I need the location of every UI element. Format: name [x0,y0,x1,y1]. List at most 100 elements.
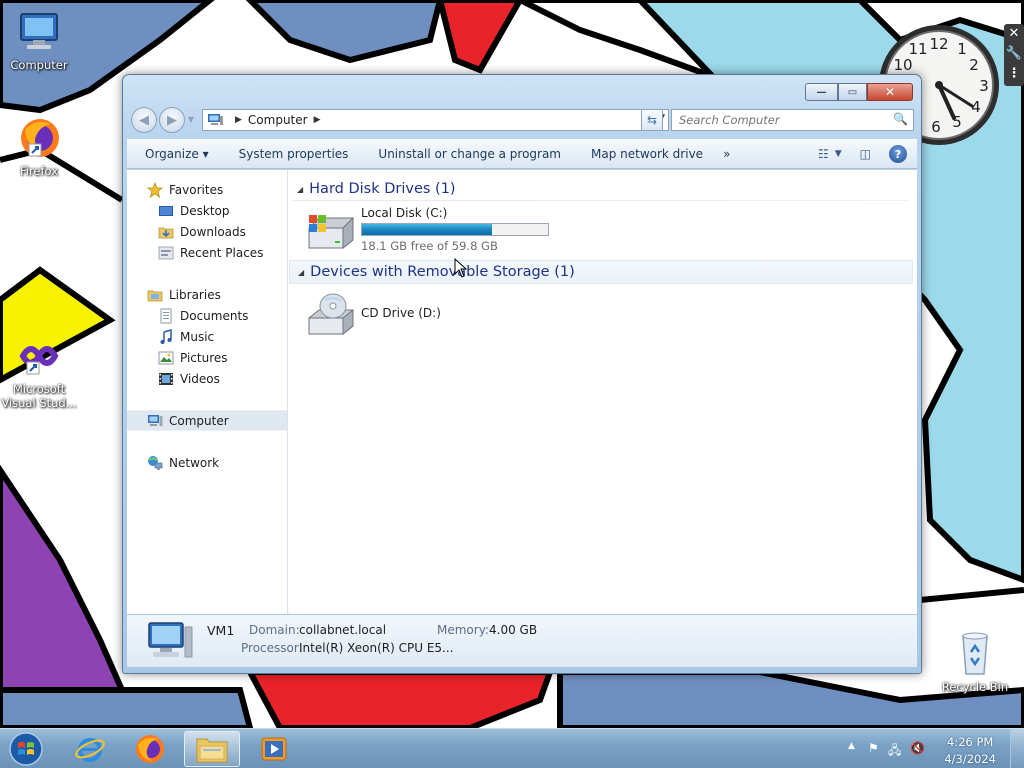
wrench-icon[interactable]: 🔧 [1004,44,1024,64]
maximize-button[interactable]: ▭ [838,83,867,101]
more-commands-button[interactable]: » [723,147,730,161]
nav-label: Videos [180,371,220,386]
show-desktop-button[interactable] [1010,729,1024,768]
taskbar: ▲ ⚑ 🖧 🔇 4:26 PM 4/3/2024 [0,728,1024,768]
svg-text:11: 11 [908,40,927,58]
address-bar[interactable]: ▶ Computer ▶ ▼ [202,109,669,131]
downloads-folder-icon [158,224,174,240]
nav-libraries[interactable]: Libraries [127,284,287,305]
desktop-icon-recycle-bin[interactable]: Recycle Bin [936,630,1014,694]
drive-usage-bar [361,223,549,236]
nav-label: Pictures [180,350,228,365]
visual-studio-icon [15,332,63,380]
svg-text:10: 10 [893,56,912,74]
hard-drive-icon [308,215,354,250]
drive-name: Local Disk (C:) [361,206,448,220]
nav-downloads[interactable]: Downloads [127,221,287,242]
memory-label: Memory: [437,623,489,637]
taskbar-media-player[interactable] [246,731,302,767]
firefox-icon [15,114,63,162]
nav-favorites[interactable]: Favorites [127,179,287,200]
uninstall-program-button[interactable]: Uninstall or change a program [378,147,561,161]
computer-icon [147,413,163,429]
nav-pictures[interactable]: Pictures [127,347,287,368]
desktop-icon-label: Firefox [19,164,59,178]
nav-music[interactable]: Music [127,326,287,347]
nav-label: Network [169,455,220,470]
view-options-dropdown-icon[interactable]: ▼ [835,149,842,159]
command-bar: Organize ▾ System properties Uninstall o… [127,139,917,169]
desktop-icon-label: Recycle Bin [941,680,1009,694]
media-player-icon [261,737,287,761]
network-icon [147,455,163,471]
system-properties-button[interactable]: System properties [239,147,349,161]
desktop-icon-visual-studio[interactable]: Microsoft Visual Stud... [0,332,78,410]
preview-pane-icon[interactable]: ◫ [860,147,871,161]
show-hidden-icons-icon[interactable]: ▲ [848,741,855,751]
breadcrumb-separator-icon[interactable]: ▶ [314,115,321,125]
search-box[interactable]: 🔍 [671,109,914,131]
collapse-triangle-icon[interactable]: ◢ [298,268,304,277]
nav-documents[interactable]: Documents [127,305,287,326]
volume-muted-icon[interactable]: 🔇 [910,741,925,755]
star-icon [146,181,164,198]
internet-explorer-icon [75,738,105,762]
close-icon[interactable]: ✕ [1004,24,1024,44]
organize-button[interactable]: Organize ▾ [145,147,209,161]
breadcrumb-computer[interactable]: Computer [248,113,308,127]
change-view-icon[interactable]: ☷ [818,147,829,161]
taskbar-internet-explorer[interactable] [62,731,118,767]
tray-clock[interactable]: 4:26 PM 4/3/2024 [944,734,996,768]
drive-cd-d[interactable]: CD Drive (D:) [305,292,441,336]
nav-label: Desktop [180,203,230,218]
cd-drive-icon [308,293,354,336]
domain-value: collabnet.local [299,623,387,637]
refresh-button[interactable]: ⇆ [641,109,663,131]
desktop-icon-label: Computer [10,58,68,72]
tray-time: 4:26 PM [947,735,994,749]
start-button[interactable] [6,731,46,767]
group-header-hard-disk-drives[interactable]: ◢ Hard Disk Drives (1) [289,177,913,201]
nav-desktop[interactable]: Desktop [127,200,287,221]
nav-network[interactable]: Network [127,452,287,473]
recent-pages-dropdown-icon[interactable]: ▼ [188,115,194,124]
taskbar-firefox[interactable] [122,731,178,767]
explorer-body: Favorites Desktop Downloads Recent Place… [127,170,917,614]
nav-computer[interactable]: Computer [127,410,287,431]
svg-text:3: 3 [979,77,989,95]
computer-icon [208,114,223,125]
nav-recent-places[interactable]: Recent Places [127,242,287,263]
help-icon[interactable]: ? [889,145,907,163]
action-center-flag-icon[interactable]: ⚑ [868,741,879,755]
breadcrumb-separator-icon[interactable]: ▶ [235,115,242,125]
computer-icon [15,8,63,56]
windows-logo-icon [9,732,43,766]
drive-info: Local Disk (C:) 18.1 GB free of 59.8 GB [361,206,549,253]
firefox-icon [136,735,164,763]
processor-label: Processor: [241,641,303,655]
nav-label: Downloads [180,224,246,239]
close-button[interactable]: ✕ [867,83,913,101]
desktop-icon-computer[interactable]: Computer [0,8,78,72]
back-button[interactable]: ◀ [131,107,157,133]
drag-handle-icon[interactable]: ⋮ [1004,64,1024,84]
view-controls: ☷ ▼ ◫ ? [804,145,907,163]
desktop-icon-firefox[interactable]: Firefox [0,114,78,178]
drive-local-disk-c[interactable]: Local Disk (C:) 18.1 GB free of 59.8 GB [305,206,549,253]
documents-icon [158,308,174,324]
music-icon [158,328,174,345]
recycle-bin-icon [951,630,999,678]
forward-button[interactable]: ▶ [159,107,185,133]
map-network-drive-button[interactable]: Map network drive [591,147,703,161]
search-input[interactable] [679,113,889,127]
search-icon[interactable]: 🔍 [893,112,908,126]
group-header-removable-storage[interactable]: ◢ Devices with Removable Storage (1) [289,260,913,284]
taskbar-windows-explorer[interactable] [184,731,240,767]
nav-label: Recent Places [180,245,264,260]
minimize-button[interactable]: — [805,83,838,101]
collapse-triangle-icon[interactable]: ◢ [297,185,303,194]
computer-icon [148,622,193,658]
nav-videos[interactable]: Videos [127,368,287,389]
network-tray-icon[interactable]: 🖧 [888,741,901,762]
gadget-toolbar: ✕ 🔧 ⋮ [1004,24,1024,86]
